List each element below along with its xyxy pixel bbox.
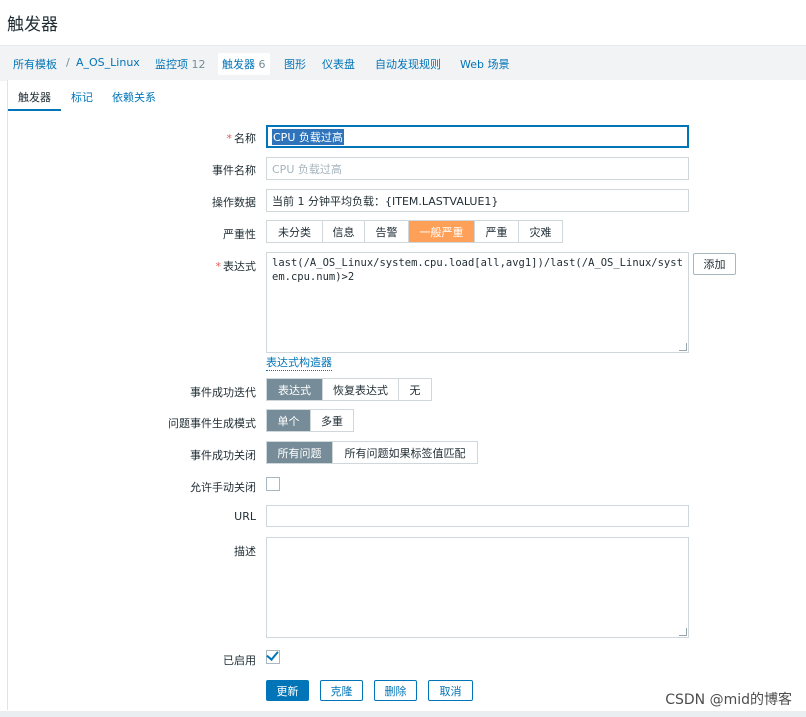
opdata-label: 操作数据 (212, 196, 256, 209)
bottom-strip (0, 711, 806, 717)
problem-mode-selector: 单个 多重 (266, 409, 354, 432)
description-textarea[interactable] (266, 537, 689, 638)
nav-triggers-link[interactable]: 触发器 6 (218, 53, 270, 75)
event-name-input[interactable]: CPU 负载过高 (266, 157, 689, 180)
expression-add-button[interactable]: 添加 (693, 253, 736, 275)
page-title: 触发器 (7, 15, 58, 35)
severity-not-classified[interactable]: 未分类 (267, 221, 323, 242)
nav-triggers-label: 触发器 (222, 58, 255, 71)
expression-constructor-link[interactable]: 表达式构造器 (266, 354, 332, 371)
opdata-input[interactable]: 当前 1 分钟平均负载：{ITEM.LASTVALUE1} (266, 189, 689, 212)
nav-items-label: 监控项 (155, 58, 188, 71)
manual-close-label: 允许手动关闭 (190, 481, 256, 494)
expression-label-text: 表达式 (223, 260, 256, 273)
breadcrumb-all-templates[interactable]: 所有模板 (13, 56, 57, 72)
breadcrumb-nav: 所有模板 / A_OS_Linux 监控项 12 触发器 6 图形 仪表盘 自动… (0, 45, 806, 81)
severity-warning[interactable]: 告警 (365, 221, 409, 242)
clone-button[interactable]: 克隆 (320, 680, 363, 701)
ok-event-expression[interactable]: 表达式 (267, 379, 323, 400)
ok-event-label: 事件成功迭代 (190, 386, 256, 399)
severity-information[interactable]: 信息 (323, 221, 365, 242)
required-mark: * (226, 132, 233, 145)
problem-mode-label: 问题事件生成模式 (168, 417, 256, 430)
nav-web-link[interactable]: Web 场景 (460, 56, 509, 72)
severity-label: 严重性 (223, 228, 256, 241)
url-label: URL (234, 510, 256, 523)
enabled-label: 已启用 (223, 654, 256, 667)
resize-handle-icon[interactable] (679, 628, 687, 636)
delete-button[interactable]: 删除 (374, 680, 417, 701)
expression-textarea[interactable]: last(/A_OS_Linux/system.cpu.load[all,avg… (266, 252, 689, 353)
expression-value: last(/A_OS_Linux/system.cpu.load[all,avg… (272, 257, 683, 283)
ok-close-selector: 所有问题 所有问题如果标签值匹配 (266, 441, 478, 464)
manual-close-checkbox[interactable] (266, 477, 280, 491)
ok-close-all-problems[interactable]: 所有问题 (267, 442, 333, 463)
name-input-value: CPU 负载过高 (272, 128, 344, 145)
update-button[interactable]: 更新 (266, 680, 309, 701)
nav-items-count: 12 (191, 58, 206, 71)
event-name-label: 事件名称 (212, 164, 256, 177)
event-name-placeholder: CPU 负载过高 (272, 162, 342, 176)
credit-watermark: CSDN @mid的博客 (665, 692, 792, 708)
breadcrumb-separator: / (66, 56, 70, 69)
severity-disaster[interactable]: 灾难 (519, 221, 562, 242)
nav-discovery-link[interactable]: 自动发现规则 (375, 56, 441, 72)
nav-triggers-count: 6 (258, 58, 266, 71)
cancel-button[interactable]: 取消 (428, 680, 473, 701)
severity-average[interactable]: 一般严重 (409, 221, 475, 242)
ok-close-tag-match[interactable]: 所有问题如果标签值匹配 (333, 442, 477, 463)
opdata-value: 当前 1 分钟平均负载：{ITEM.LASTVALUE1} (272, 194, 499, 208)
breadcrumb-template[interactable]: A_OS_Linux (76, 56, 140, 69)
checkmark-icon (266, 648, 279, 661)
name-input[interactable]: CPU 负载过高 (266, 125, 689, 148)
ok-event-none[interactable]: 无 (399, 379, 431, 400)
severity-high[interactable]: 严重 (475, 221, 519, 242)
name-label: * 名称 (227, 130, 257, 146)
tab-tags[interactable]: 标记 (71, 89, 93, 105)
resize-handle-icon[interactable] (679, 343, 687, 351)
tab-dependencies[interactable]: 依赖关系 (112, 89, 156, 105)
nav-dashboards-link[interactable]: 仪表盘 (322, 56, 355, 72)
problem-mode-single[interactable]: 单个 (267, 410, 311, 431)
problem-mode-multiple[interactable]: 多重 (311, 410, 353, 431)
tab-trigger[interactable]: 触发器 (18, 89, 51, 105)
description-label: 描述 (234, 545, 256, 558)
url-input[interactable] (266, 505, 689, 527)
ok-close-label: 事件成功关闭 (190, 449, 256, 462)
enabled-checkbox[interactable] (266, 648, 280, 664)
ok-event-selector: 表达式 恢复表达式 无 (266, 378, 432, 401)
name-label-text: 名称 (234, 132, 256, 145)
required-mark: * (215, 260, 222, 273)
severity-selector: 未分类 信息 告警 一般严重 严重 灾难 (266, 220, 563, 243)
expression-label: * 表达式 (216, 258, 257, 274)
ok-event-recovery-expression[interactable]: 恢复表达式 (323, 379, 399, 400)
active-tab-indicator (8, 109, 61, 111)
nav-items-link[interactable]: 监控项 12 (151, 53, 210, 75)
nav-graphs-link[interactable]: 图形 (284, 56, 306, 72)
